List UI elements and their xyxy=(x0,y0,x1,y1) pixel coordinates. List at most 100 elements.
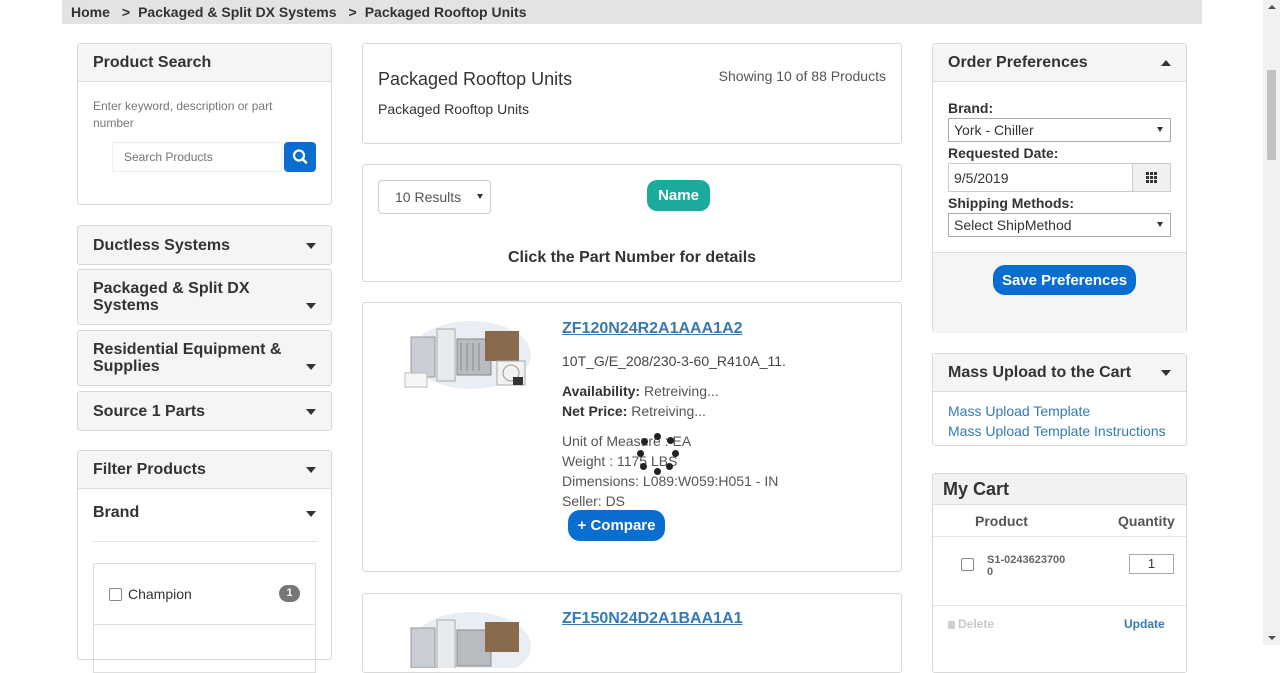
save-preferences-area: Save Preferences xyxy=(933,252,1186,333)
chevron-down-icon xyxy=(1161,370,1171,376)
mass-upload-instructions-link[interactable]: Mass Upload Template Instructions xyxy=(948,423,1166,439)
product-description: 10T_G/E_208/230-3-60_R410A_11. xyxy=(562,353,786,369)
cart-column-quantity: Quantity xyxy=(1118,513,1175,529)
chevron-down-icon xyxy=(306,409,316,415)
cart-update-link[interactable]: Update xyxy=(1124,617,1165,631)
product-image[interactable] xyxy=(401,317,531,393)
page-subtitle: Packaged Rooftop Units xyxy=(378,101,529,117)
mass-upload-header[interactable]: Mass Upload to the Cart xyxy=(933,354,1186,392)
mass-upload-panel: Mass Upload to the Cart Mass Upload Temp… xyxy=(932,353,1187,446)
save-preferences-button[interactable]: Save Preferences xyxy=(993,265,1136,295)
calendar-button[interactable] xyxy=(1132,163,1171,192)
breadcrumb-home[interactable]: Home xyxy=(71,4,110,20)
net-price-row: Net Price: Retreiving... xyxy=(562,403,706,419)
scroll-up-arrow-icon[interactable] xyxy=(1268,5,1276,9)
search-input[interactable] xyxy=(112,142,282,172)
brand-filter-title: Brand xyxy=(93,504,140,521)
filter-products-panel: Filter Products Brand Champion 1 xyxy=(77,450,332,673)
cart-delete-label: Delete xyxy=(958,617,995,631)
chevron-down-icon xyxy=(306,511,316,517)
order-preferences-header[interactable]: Order Preferences xyxy=(933,44,1186,82)
category-header-panel: Packaged Rooftop Units Showing 10 of 88 … xyxy=(362,43,902,144)
chevron-down-icon xyxy=(306,243,316,249)
page-scrollbar[interactable] xyxy=(1263,0,1280,645)
results-toolbar: 10 Results Name Click the Part Number fo… xyxy=(362,164,902,282)
calendar-icon xyxy=(1146,172,1157,183)
net-price-value: Retreiving... xyxy=(631,403,706,419)
chevron-up-icon xyxy=(1161,60,1171,66)
results-per-page-value: 10 Results xyxy=(395,189,462,205)
category-label: Ductless Systems xyxy=(93,237,230,254)
loading-spinner-icon xyxy=(637,433,681,477)
category-label: Residential Equipment & Supplies xyxy=(93,341,282,375)
brand-select-value: York - Chiller xyxy=(954,122,1034,138)
brand-item: Champion 1 xyxy=(94,564,315,625)
order-preferences-title: Order Preferences xyxy=(948,53,1088,71)
product-image[interactable] xyxy=(401,608,531,668)
search-icon xyxy=(292,149,308,164)
breadcrumb-separator: > xyxy=(348,4,357,20)
category-label: Source 1 Parts xyxy=(93,403,206,420)
results-per-page-select[interactable]: 10 Results xyxy=(378,180,491,214)
page-title: Packaged Rooftop Units xyxy=(378,69,573,89)
category-ductless-systems[interactable]: Ductless Systems xyxy=(77,225,332,265)
product-search-panel: Product Search Enter keyword, descriptio… xyxy=(77,43,332,205)
category-packaged-split-dx[interactable]: Packaged & Split DX Systems xyxy=(77,269,332,325)
order-preferences-panel: Order Preferences Brand: York - Chiller … xyxy=(932,43,1187,333)
brand-select[interactable]: York - Chiller xyxy=(948,118,1171,142)
cart-column-product: Product xyxy=(975,513,1028,529)
part-number-link[interactable]: ZF120N24R2A1AAA1A2 xyxy=(562,320,743,338)
brand-label: Brand: xyxy=(948,100,994,116)
dropdown-arrow-icon xyxy=(477,194,483,199)
sort-by-name-button[interactable]: Name xyxy=(647,180,710,211)
brand-list: Champion 1 xyxy=(93,563,316,673)
requested-date-label: Requested Date: xyxy=(948,145,1059,161)
shipping-method-value: Select ShipMethod xyxy=(954,217,1072,233)
product-seller: Seller: DS xyxy=(562,493,626,509)
dropdown-arrow-icon xyxy=(1157,127,1163,132)
my-cart-title: My Cart xyxy=(943,479,1010,499)
filter-products-header[interactable]: Filter Products xyxy=(78,451,331,489)
product-card: ZF120N24R2A1AAA1A2 10T_G/E_208/230-3-60_… xyxy=(362,302,902,572)
part-number-hint: Click the Part Number for details xyxy=(507,249,757,266)
dropdown-arrow-icon xyxy=(1157,222,1163,227)
shipping-method-select[interactable]: Select ShipMethod xyxy=(948,213,1171,237)
brand-filter-header[interactable]: Brand xyxy=(93,490,318,542)
chevron-down-icon xyxy=(306,303,316,309)
breadcrumb: Home > Packaged & Split DX Systems > Pac… xyxy=(62,0,1202,24)
part-number-link[interactable]: ZF150N24D2A1BAA1A1 xyxy=(562,610,743,628)
net-price-label: Net Price: xyxy=(562,403,628,419)
brand-label: Champion xyxy=(128,586,192,602)
brand-count-badge: 1 xyxy=(279,585,300,602)
breadcrumb-separator: > xyxy=(121,4,131,20)
cart-delete-button[interactable]: Delete xyxy=(948,617,994,631)
mass-upload-title: Mass Upload to the Cart xyxy=(948,363,1132,381)
search-button[interactable] xyxy=(284,142,316,172)
trash-icon xyxy=(948,621,955,629)
cart-item-row: S1-02436237000 1 xyxy=(933,536,1186,606)
availability-value: Retreiving... xyxy=(643,383,719,399)
my-cart-panel: My Cart Product Quantity S1-02436237000 … xyxy=(932,473,1187,673)
category-residential-equipment[interactable]: Residential Equipment & Supplies xyxy=(77,330,332,386)
product-card: ZF150N24D2A1BAA1A1 xyxy=(362,593,902,673)
scrollbar-thumb[interactable] xyxy=(1267,70,1276,160)
product-count: Showing 10 of 88 Products xyxy=(718,68,886,84)
filter-products-title: Filter Products xyxy=(93,460,206,478)
chevron-down-icon xyxy=(306,364,316,370)
breadcrumb-category[interactable]: Packaged & Split DX Systems xyxy=(138,4,336,20)
chevron-down-icon xyxy=(306,467,316,473)
brand-checkbox[interactable] xyxy=(109,588,122,601)
availability-row: Availability: Retreiving... xyxy=(562,383,719,399)
cart-item-checkbox[interactable] xyxy=(961,558,974,571)
cart-item-quantity-input[interactable]: 1 xyxy=(1129,554,1174,574)
compare-button[interactable]: + Compare xyxy=(568,510,665,541)
breadcrumb-current: Packaged Rooftop Units xyxy=(364,4,527,20)
product-search-title: Product Search xyxy=(78,44,331,82)
requested-date-input[interactable]: 9/5/2019 xyxy=(948,163,1133,192)
requested-date-value: 9/5/2019 xyxy=(954,169,1009,186)
category-source-1-parts[interactable]: Source 1 Parts xyxy=(77,391,332,431)
scroll-down-arrow-icon[interactable] xyxy=(1268,636,1276,640)
cart-item-product: S1-02436237000 xyxy=(987,554,1066,578)
my-cart-header: My Cart xyxy=(933,474,1186,505)
mass-upload-template-link[interactable]: Mass Upload Template xyxy=(948,403,1090,419)
